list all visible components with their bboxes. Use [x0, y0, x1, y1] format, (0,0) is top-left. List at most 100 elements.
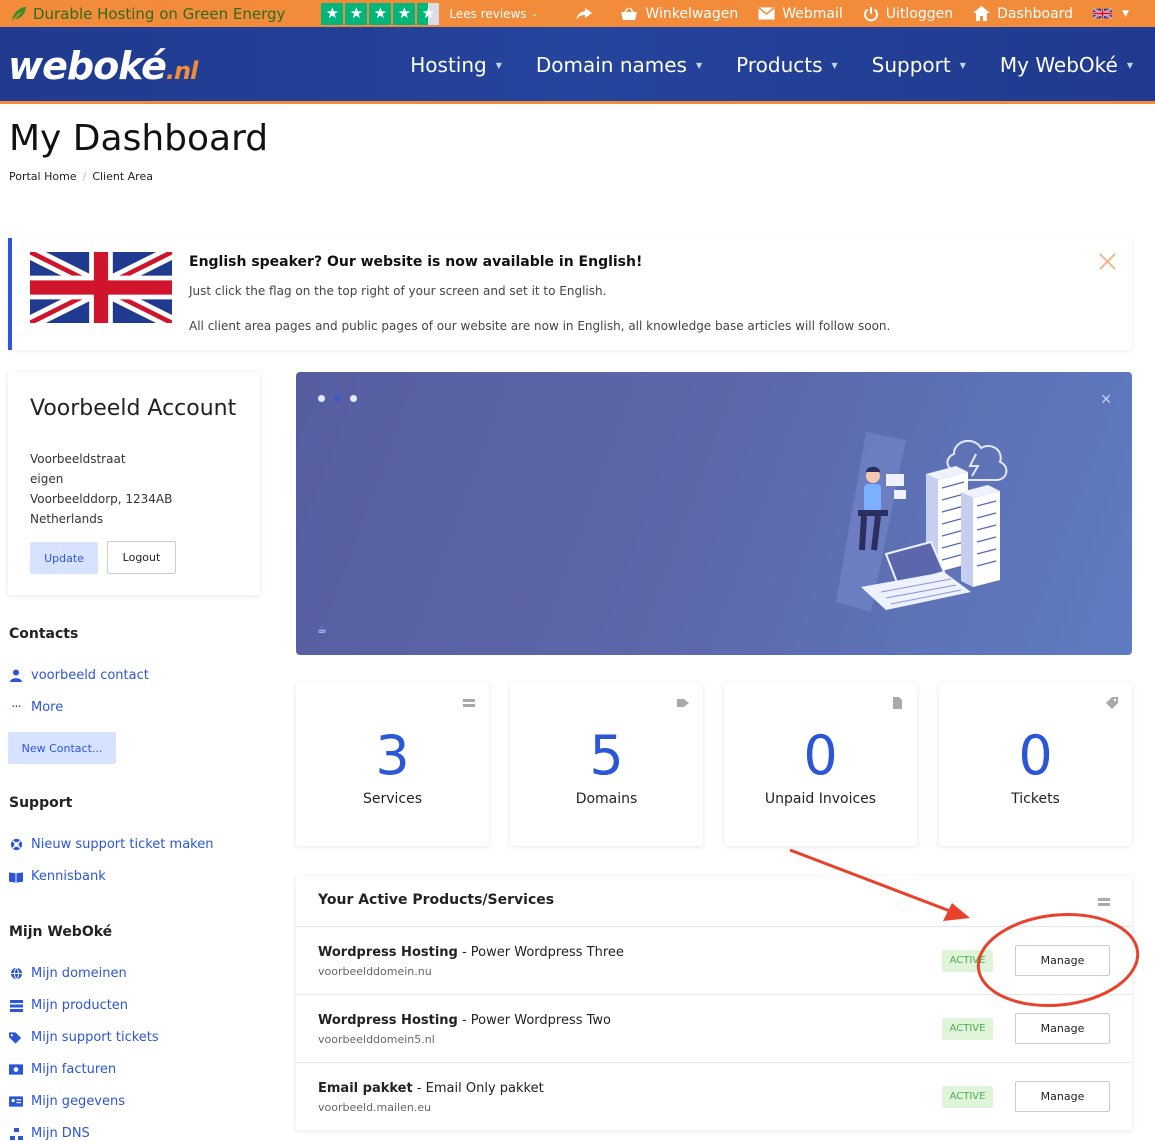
product-title[interactable]: Wordpress Hosting - Power Wordpress Thre…	[318, 945, 624, 960]
sidebar-item-mijn-gegevens[interactable]: Mijn gegevens	[9, 1094, 125, 1109]
product-name: Wordpress Hosting	[318, 1013, 458, 1028]
chevron-down-icon: ▼	[959, 60, 966, 70]
sidebar-item-mijn-support-tickets[interactable]: Mijn support tickets	[9, 1030, 159, 1045]
tags-icon	[9, 1031, 23, 1045]
notice-line-1: Just click the flag on the top right of …	[189, 284, 607, 298]
webmail-label: Webmail	[782, 5, 843, 22]
manage-button[interactable]: Manage	[1015, 1013, 1110, 1044]
carousel-dot-active[interactable]	[334, 395, 341, 402]
weboke-logo[interactable]: weboké.nl	[8, 44, 198, 88]
webmail-link[interactable]: Webmail	[758, 6, 843, 22]
sidebar-item-label: Kennisbank	[31, 869, 106, 884]
stat-value: 3	[375, 724, 410, 787]
nav-label: My WebOké	[999, 53, 1118, 77]
chevron-down-icon: ▼	[1126, 60, 1133, 70]
carousel-dot[interactable]	[350, 395, 357, 402]
dashboard-link[interactable]: Dashboard	[973, 6, 1073, 22]
trustpilot-stars[interactable]: ★ ★ ★ ★ ★	[321, 2, 441, 25]
nav-label: Hosting	[410, 53, 487, 77]
stat-card-services[interactable]: 3 Services	[296, 683, 489, 846]
nav-label: Domain names	[535, 53, 687, 77]
notice-heading: English speaker? Our website is now avai…	[189, 254, 643, 270]
product-title[interactable]: Email pakket - Email Only pakket	[318, 1081, 544, 1096]
new-contact-button[interactable]: New Contact...	[8, 732, 116, 764]
contact-link[interactable]: voorbeeld contact	[9, 668, 149, 683]
nav-my-weboke[interactable]: My WebOké ▼	[1000, 53, 1133, 77]
product-domain: voorbeelddomein5.nl	[318, 1033, 435, 1046]
account-card: Voorbeeld Account Voorbeeldstraat eigen …	[8, 372, 260, 595]
stat-label: Services	[362, 791, 423, 807]
stat-value: 0	[1018, 724, 1053, 787]
sidebar-item-kennisbank[interactable]: Kennisbank	[9, 869, 106, 884]
address-line: Voorbeelddorp, 1234AB	[30, 492, 173, 506]
breadcrumb-portal-home[interactable]: Portal Home	[9, 170, 77, 183]
reviews-dropdown[interactable]: Lees reviews ⌄	[449, 7, 538, 21]
sidebar-item-mijn-dns[interactable]: Mijn DNS	[9, 1126, 90, 1141]
power-icon	[863, 6, 878, 21]
nav-label: Products	[736, 53, 823, 77]
share-link[interactable]	[575, 7, 600, 21]
stat-card-tickets[interactable]: 0 Tickets	[939, 683, 1132, 846]
chevron-down-icon[interactable]: ▼	[1122, 9, 1129, 19]
carousel-dot[interactable]	[318, 395, 325, 402]
product-domain: voorbeelddomein.nu	[318, 965, 432, 978]
uitloggen-link[interactable]: Uitloggen	[863, 6, 953, 22]
close-icon[interactable]	[1098, 252, 1117, 271]
main-menu: Hosting ▼ Domain names ▼ Products ▼ Support…	[376, 53, 1133, 77]
chevron-down-icon: ▼	[831, 60, 838, 70]
sidebar-item-mijn-domeinen[interactable]: Mijn domeinen	[9, 966, 127, 981]
update-button[interactable]: Update	[30, 542, 98, 574]
stat-label: Tickets	[1011, 791, 1060, 807]
network-icon	[9, 1127, 23, 1141]
nav-products[interactable]: Products ▼	[736, 53, 838, 77]
sidebar-item-mijn-facturen[interactable]: Mijn facturen	[9, 1062, 116, 1077]
server-icon	[463, 699, 475, 707]
breadcrumb-client-area: Client Area	[92, 170, 153, 183]
sidebar-item-mijn-producten[interactable]: Mijn producten	[9, 998, 128, 1013]
more-link[interactable]: ··· More	[9, 700, 63, 715]
id-card-icon	[9, 1095, 23, 1109]
stat-card-domains[interactable]: 5 Domains	[510, 683, 703, 846]
nav-hosting[interactable]: Hosting ▼	[410, 53, 502, 77]
leaf-icon	[11, 6, 27, 21]
winkelwagen-label: Winkelwagen	[645, 5, 739, 22]
contacts-heading: Contacts	[9, 626, 79, 642]
sidebar-item-label: Nieuw support ticket maken	[31, 837, 214, 852]
notice-line-2: All client area pages and public pages o…	[189, 319, 891, 333]
hero-carousel: ✕ ☕	[296, 372, 1132, 655]
top-links: Winkelwagen Webmail Uitloggen Dashboard …	[575, 0, 1155, 27]
server-icon	[1098, 898, 1110, 906]
uitloggen-label: Uitloggen	[885, 5, 954, 22]
star-icon: ★	[345, 2, 368, 25]
green-energy-tagline[interactable]: Durable Hosting on Green Energy	[10, 5, 285, 23]
divider	[296, 1062, 1132, 1063]
globe-icon	[9, 967, 23, 981]
logo-tld: .nl	[165, 57, 198, 85]
user-icon	[9, 669, 23, 683]
star-icon: ★	[321, 2, 344, 25]
top-bar: Durable Hosting on Green Energy ★ ★ ★ ★ …	[0, 0, 1155, 27]
product-title[interactable]: Wordpress Hosting - Power Wordpress Two	[318, 1013, 611, 1028]
english-notice: English speaker? Our website is now avai…	[8, 238, 1132, 350]
uk-flag-icon[interactable]	[1093, 7, 1113, 20]
product-name: Email pakket	[318, 1081, 413, 1096]
ellipsis-icon: ···	[11, 700, 21, 715]
nav-support[interactable]: Support ▼	[872, 53, 966, 77]
dashboard-label: Dashboard	[997, 5, 1074, 22]
manage-button[interactable]: Manage	[1015, 1081, 1110, 1112]
sidebar-item-new-ticket[interactable]: Nieuw support ticket maken	[9, 837, 213, 852]
product-name: Wordpress Hosting	[318, 945, 458, 960]
manage-button[interactable]: Manage	[1015, 945, 1110, 976]
winkelwagen-link[interactable]: Winkelwagen	[620, 6, 738, 22]
document-icon	[893, 697, 902, 709]
nav-domain-names[interactable]: Domain names ▼	[536, 53, 702, 77]
account-name: Voorbeeld Account	[30, 396, 237, 421]
chevron-down-icon: ▼	[695, 60, 703, 70]
product-plan: - Email Only pakket	[412, 1081, 544, 1096]
close-icon[interactable]: ✕	[1100, 392, 1112, 408]
lifebuoy-icon	[9, 838, 23, 852]
product-plan: - Power Wordpress Two	[457, 1013, 612, 1028]
logout-button[interactable]: Logout	[107, 541, 176, 574]
stat-card-unpaid-invoices[interactable]: 0 Unpaid Invoices	[724, 683, 917, 846]
ticket-icon	[1106, 697, 1118, 709]
